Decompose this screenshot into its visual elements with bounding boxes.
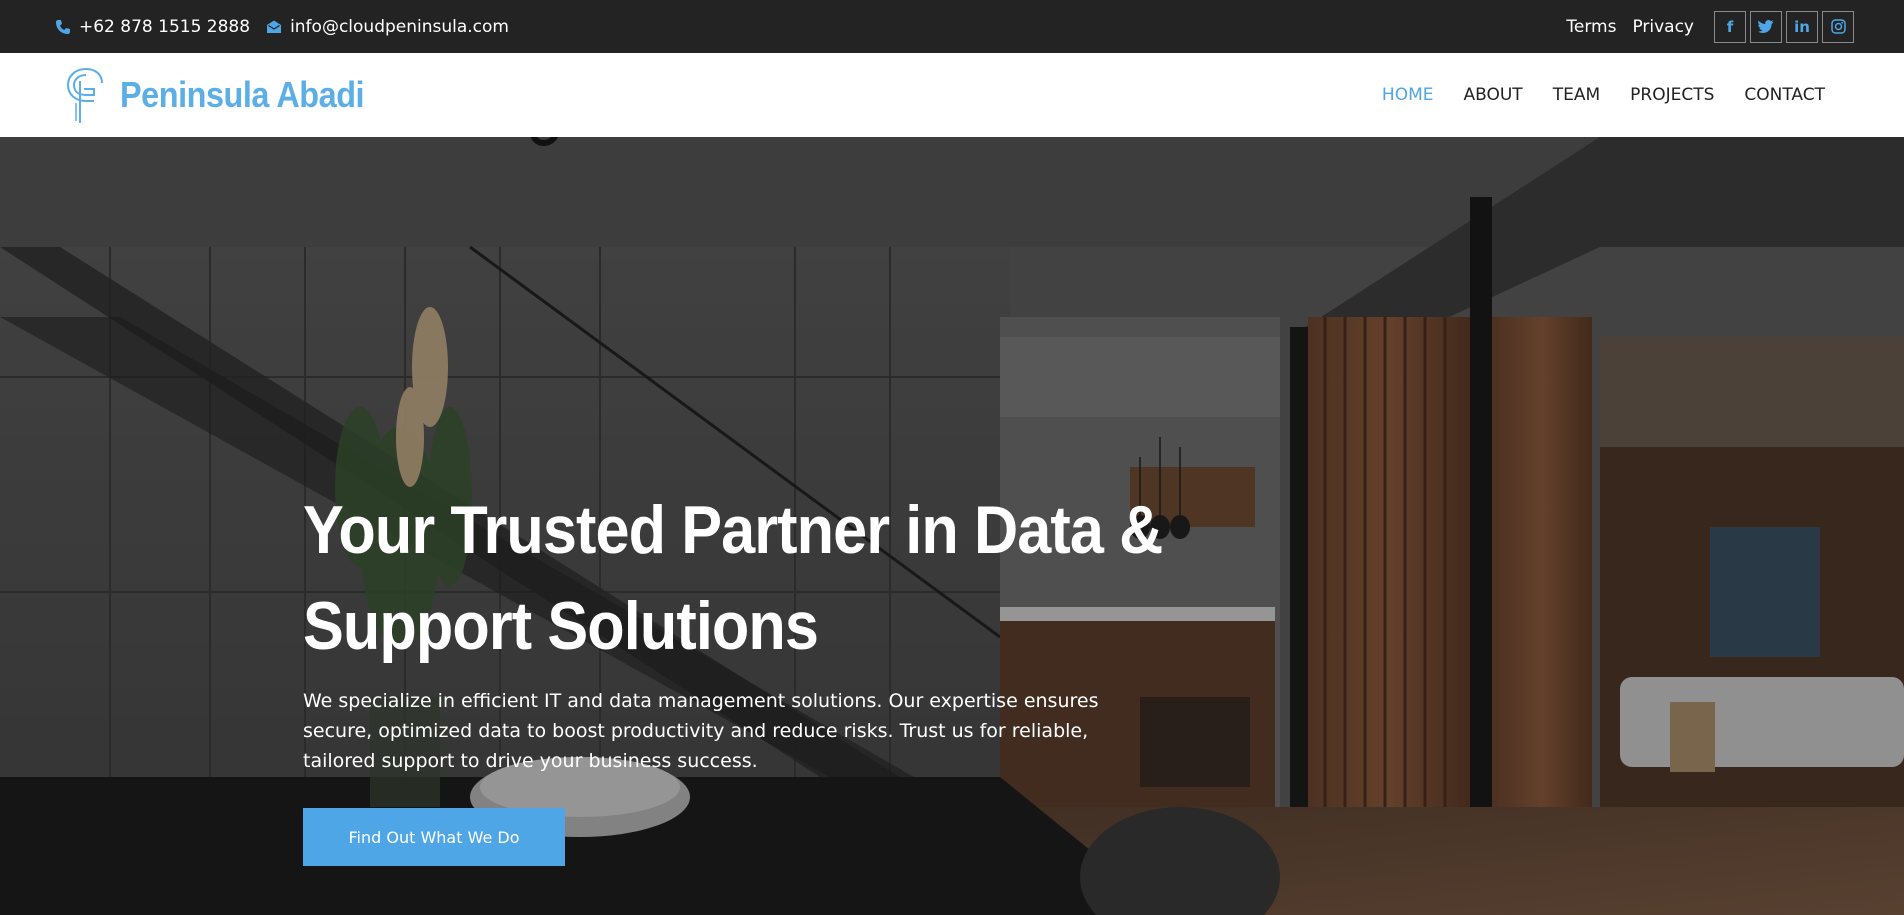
nav-contact[interactable]: CONTACT [1744, 85, 1825, 105]
nav-about[interactable]: ABOUT [1463, 85, 1522, 105]
top-bar: +62 878 1515 2888 info@cloudpeninsula.co… [0, 0, 1904, 53]
twitter-link[interactable] [1750, 10, 1782, 43]
hero-description-line-1: We specialize in efficient IT and data m… [303, 690, 1099, 712]
main-header: Peninsula Abadi HOME ABOUT TEAM PROJECTS… [0, 53, 1904, 137]
brand-name: Peninsula Abadi [120, 74, 365, 115]
facebook-icon: f [1726, 17, 1734, 36]
phone-number: +62 878 1515 2888 [79, 16, 251, 37]
linkedin-link[interactable]: in [1786, 10, 1818, 43]
logo-mark-icon [66, 68, 103, 123]
hero-description: We specialize in efficient IT and data m… [303, 686, 1123, 776]
logo[interactable]: Peninsula Abadi [64, 63, 391, 127]
main-nav: HOME ABOUT TEAM PROJECTS CONTACT [1382, 53, 1825, 137]
hero-title-line-1: Your Trusted Partner in Data & [303, 492, 1163, 568]
instagram-icon [1830, 19, 1846, 34]
hero-description-line-3: tailored support to drive your business … [303, 750, 758, 772]
envelope-icon [267, 20, 282, 33]
phone-contact[interactable]: +62 878 1515 2888 [55, 17, 250, 37]
hero-description-line-2: secure, optimized data to boost producti… [303, 720, 1089, 742]
utility-links: Terms Privacy [1566, 17, 1694, 37]
find-out-button[interactable]: Find Out What We Do [303, 808, 565, 866]
email-address: info@cloudpeninsula.com [290, 16, 509, 37]
social-links: f in [1714, 10, 1854, 43]
privacy-link[interactable]: Privacy [1632, 17, 1694, 37]
email-contact[interactable]: info@cloudpeninsula.com [266, 17, 509, 37]
topbar-right: Terms Privacy f in [1566, 0, 1854, 53]
nav-team[interactable]: TEAM [1553, 85, 1600, 105]
contact-info: +62 878 1515 2888 info@cloudpeninsula.co… [55, 0, 509, 53]
instagram-link[interactable] [1822, 10, 1854, 43]
hero-title: Your Trusted Partner in Data & Support S… [303, 482, 1203, 674]
terms-link[interactable]: Terms [1566, 17, 1616, 37]
hero-title-line-2: Support Solutions [303, 588, 819, 664]
linkedin-icon: in [1794, 17, 1810, 36]
phone-icon [56, 19, 70, 34]
nav-projects[interactable]: PROJECTS [1630, 85, 1714, 105]
scroll-hint-icon [530, 137, 558, 146]
hero-content: Your Trusted Partner in Data & Support S… [303, 482, 1203, 776]
nav-home[interactable]: HOME [1382, 85, 1434, 105]
twitter-icon [1758, 19, 1774, 33]
facebook-link[interactable]: f [1714, 10, 1746, 43]
